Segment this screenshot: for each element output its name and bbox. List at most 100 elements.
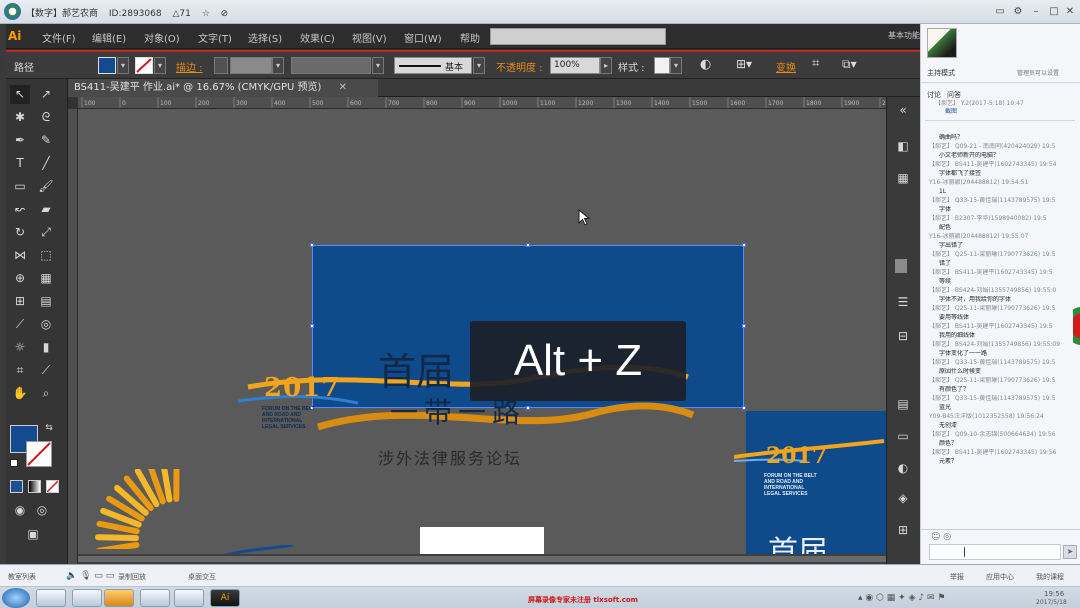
rectangle-tool-icon[interactable]: ▭	[10, 177, 30, 196]
eraser-tool-icon[interactable]: ▰	[36, 200, 56, 219]
selection-tool-icon[interactable]: ↖	[10, 85, 30, 104]
menu-edit[interactable]: 编辑(E)	[92, 30, 126, 45]
brush-dropdown[interactable]: ▾	[473, 57, 485, 74]
paintbrush-tool-icon[interactable]: 🖌	[36, 177, 56, 196]
shaper-tool-icon[interactable]: ↜	[10, 200, 30, 219]
fill-swatch[interactable]	[98, 57, 116, 74]
vertical-ruler[interactable]	[68, 109, 78, 564]
align-icon[interactable]: ⊞▾	[736, 57, 752, 71]
taskbar-picture-icon[interactable]	[174, 589, 204, 607]
free-transform-tool-icon[interactable]: ⬚	[36, 246, 56, 265]
variable-width-profile[interactable]	[291, 57, 371, 74]
curvature-tool-icon[interactable]: ✎	[36, 131, 56, 150]
horizontal-ruler[interactable]: 100 0 100 200 300 400 500 600 700 800 900 1000 1100 1…	[78, 97, 886, 109]
opacity-input[interactable]: 100%	[550, 57, 600, 74]
stroke-label[interactable]: 描边 :	[176, 59, 203, 74]
emoji-icon[interactable]: ☺ ◎	[931, 532, 951, 542]
fill-dropdown[interactable]: ▾	[117, 57, 129, 74]
document-tab[interactable]: BS411-吴建平 作业.ai* @ 16.67% (CMYK/GPU 预览) …	[68, 79, 378, 97]
menu-view[interactable]: 视图(V)	[352, 30, 387, 45]
canvas-area[interactable]: 2017 FORUM ON THE BELT AND ROAD AND INTE…	[78, 109, 886, 554]
slice-tool-icon[interactable]: ⟋	[36, 361, 56, 380]
send-button[interactable]: ➤	[1063, 545, 1077, 559]
rotate-tool-icon[interactable]: ↻	[10, 223, 30, 242]
graphic-style-swatch[interactable]	[654, 57, 670, 74]
menu-select[interactable]: 选择(S)	[248, 30, 282, 45]
blend-tool-icon[interactable]: ◎	[36, 315, 56, 334]
taskbar-illustrator-icon[interactable]: Ai	[210, 589, 240, 607]
brush-definition[interactable]: 基本	[394, 57, 472, 74]
shape-builder-tool-icon[interactable]: ⊕	[10, 269, 30, 288]
screen-mode-icon[interactable]: ▣	[20, 525, 46, 544]
mesh-tool-icon[interactable]: ⊞	[10, 292, 30, 311]
chat-input[interactable]	[929, 544, 1061, 560]
transform-link[interactable]: 变换	[776, 59, 796, 74]
speaker-icon[interactable]: 🔈 🎙 ▭ ▭	[66, 571, 114, 581]
tab-qa[interactable]: 问答	[947, 90, 961, 100]
star-icon[interactable]: ☆	[202, 9, 210, 19]
gradient-tool-icon[interactable]: ▤	[36, 292, 56, 311]
artboard-tool-icon[interactable]: ⌗	[10, 361, 30, 380]
arrange-icon[interactable]: ⧉▾	[842, 57, 857, 72]
taskbar-app-icon[interactable]	[104, 589, 134, 607]
symbol-sprayer-tool-icon[interactable]: ☼	[10, 338, 30, 357]
properties-panel-icon[interactable]: ⊟	[893, 327, 913, 346]
clock-time[interactable]: 19:56	[1044, 590, 1064, 598]
pen-tool-icon[interactable]: ✒	[10, 131, 30, 150]
tray-icons[interactable]: ▴ ◉ ⬡ ▦ ✦ ◈ ♪ ✉ ⚑	[858, 593, 945, 603]
minimize-button[interactable]: –	[1028, 4, 1044, 19]
maximize-button[interactable]: □	[1046, 4, 1062, 19]
desktop-interact-button[interactable]: 桌面交互	[188, 572, 216, 582]
type-tool-icon[interactable]: T	[10, 154, 30, 173]
selection-handle[interactable]	[742, 406, 746, 410]
selection-handle[interactable]	[742, 324, 746, 328]
none-mode-icon[interactable]	[46, 480, 59, 493]
color-panel-icon[interactable]: ◧	[893, 137, 913, 156]
classroom-list-button[interactable]: 教室列表	[8, 572, 36, 582]
opacity-dropdown[interactable]: ▸	[600, 57, 612, 74]
taskbar-ie-icon[interactable]	[36, 589, 66, 607]
menu-type[interactable]: 文字(T)	[198, 30, 232, 45]
color-mode-icon[interactable]	[10, 480, 23, 493]
stroke-color-box[interactable]	[26, 441, 52, 467]
hand-tool-icon[interactable]: ✋	[10, 384, 30, 403]
skin-icon[interactable]: ▭	[992, 4, 1008, 19]
layers-panel-icon[interactable]: ☰	[893, 293, 913, 312]
width-tool-icon[interactable]: ⋈	[10, 246, 30, 265]
selection-handle[interactable]	[310, 324, 314, 328]
selection-handle[interactable]	[742, 243, 746, 247]
app-center-button[interactable]: 应用中心	[986, 572, 1014, 582]
tab-chat[interactable]: 讨论	[927, 90, 941, 100]
gradient-mode-icon[interactable]	[28, 480, 41, 493]
dock-scroll-thumb[interactable]	[895, 259, 907, 273]
floating-mini-toolbar[interactable]	[490, 28, 666, 45]
column-graph-tool-icon[interactable]: ▮	[36, 338, 56, 357]
stroke-weight-input[interactable]	[230, 57, 272, 74]
clock-date[interactable]: 2017/5/18	[1036, 599, 1067, 606]
info-icon[interactable]: ⊘	[221, 9, 229, 19]
report-button[interactable]: 举报	[950, 572, 964, 582]
menu-window[interactable]: 窗口(W)	[404, 30, 442, 45]
close-button[interactable]: ✕	[1062, 4, 1078, 19]
stroke-dropdown[interactable]: ▾	[154, 57, 166, 74]
zoom-tool-icon[interactable]: ⌕	[36, 384, 56, 403]
stroke-weight-dropdown[interactable]: ▾	[272, 57, 284, 74]
menu-effect[interactable]: 效果(C)	[300, 30, 335, 45]
teacher-avatar[interactable]	[927, 28, 957, 58]
isolate-icon[interactable]: ⌗	[812, 56, 819, 71]
selection-handle[interactable]	[310, 243, 314, 247]
start-button-icon[interactable]	[2, 588, 30, 608]
draw-behind-icon[interactable]: ◎	[32, 501, 52, 520]
menu-help[interactable]: 帮助	[460, 30, 480, 45]
align-panel-icon[interactable]: ⊞	[893, 521, 913, 540]
gift-float-icon[interactable]	[1073, 296, 1080, 356]
stroke-panel-icon[interactable]: ▤	[893, 395, 913, 414]
draw-mode-icon[interactable]: ◉	[10, 501, 30, 520]
menu-file[interactable]: 文件(F)	[42, 30, 76, 45]
recolor-artwork-icon[interactable]: ◐	[700, 57, 711, 72]
record-replay-button[interactable]: 录制回放	[118, 572, 146, 582]
eyedropper-tool-icon[interactable]: ⟋	[10, 315, 30, 334]
selection-handle[interactable]	[526, 243, 530, 247]
opacity-label[interactable]: 不透明度 :	[496, 59, 543, 74]
horizontal-scrollbar[interactable]	[78, 554, 886, 564]
